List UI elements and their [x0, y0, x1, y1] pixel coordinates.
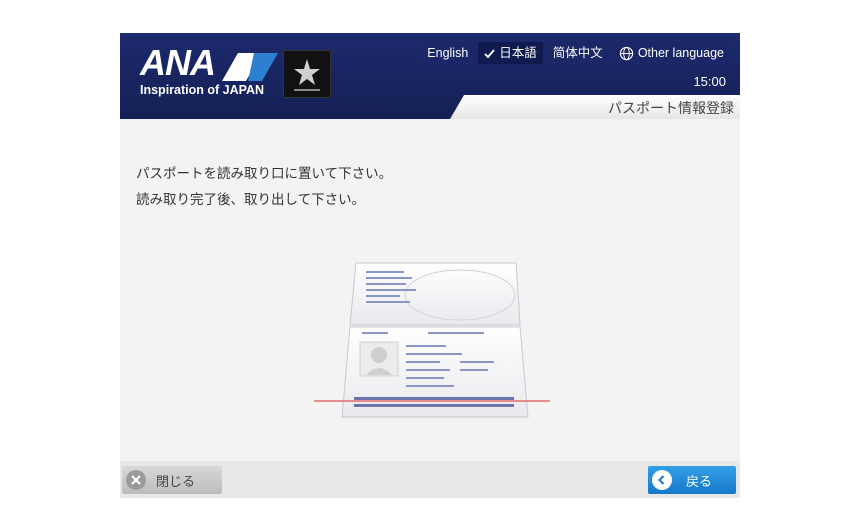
instruction-line: 読み取り完了後、取り出して下さい。 [136, 192, 366, 208]
header: ANA Inspiration of JAPAN English 日本語 简体中… [120, 33, 740, 119]
lang-other-label: Other language [637, 46, 724, 60]
chevron-left-icon [652, 470, 672, 490]
star-alliance-logo-icon [283, 50, 331, 98]
globe-icon [619, 46, 633, 60]
lang-japanese-label: 日本語 [499, 46, 537, 60]
close-icon [126, 470, 146, 490]
back-button[interactable]: 戻る [648, 466, 736, 494]
close-button-label: 閉じる [156, 474, 196, 490]
page-title-tab: パスポート情報登録 [450, 95, 740, 119]
lang-chinese-button[interactable]: 简体中文 [546, 42, 609, 64]
lang-english-button[interactable]: English [421, 42, 475, 64]
ana-logo: ANA Inspiration of JAPAN [140, 42, 278, 97]
passport-illustration [314, 262, 550, 418]
tagline: Inspiration of JAPAN [140, 83, 265, 97]
footer-bar: 閉じる 戻る [120, 461, 740, 498]
clock: 15:00 [693, 74, 726, 89]
lang-chinese-label: 简体中文 [552, 46, 603, 60]
lang-japanese-button[interactable]: 日本語 [478, 42, 543, 64]
language-bar: English 日本語 简体中文 Other language [421, 42, 730, 64]
logo-stripes-icon [222, 53, 278, 81]
back-button-label: 戻る [686, 474, 713, 490]
close-button[interactable]: 閉じる [122, 466, 222, 494]
kiosk-screen: ANA Inspiration of JAPAN English 日本語 简体中… [120, 33, 740, 498]
page-title: パスポート情報登録 [608, 101, 734, 117]
instruction-line: パスポートを読み取り口に置いて下さい。 [136, 166, 393, 182]
lang-other-button[interactable]: Other language [612, 42, 730, 64]
lang-english-label: English [427, 46, 469, 60]
checkmark-icon [484, 48, 495, 58]
instruction-text: パスポートを読み取り口に置いて下さい。 読み取り完了後、取り出して下さい。 [136, 161, 392, 213]
logo-text: ANA [140, 42, 216, 83]
